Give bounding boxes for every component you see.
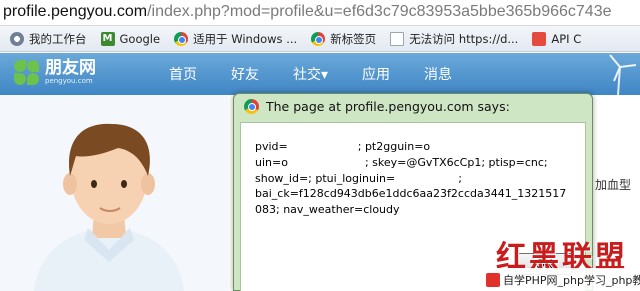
address-bar[interactable]: profile.pengyou.com/index.php?mod=profil… <box>0 0 640 26</box>
nav-home[interactable]: 首页 <box>169 64 197 84</box>
redacted-value: 0000000000 <box>430 139 501 155</box>
nav-apps[interactable]: 应用 <box>362 64 390 84</box>
redacted-value: 00000000000 <box>287 154 365 171</box>
watermark-bar: 自学PHP网_php学习_php教 <box>482 268 640 291</box>
dialog-title: The page at profile.pengyou.com says: <box>266 99 510 114</box>
site-logo-icon <box>486 272 500 287</box>
bookmark-label: 适用于 Windows ... <box>193 31 298 46</box>
address-path: /index.php?mod=profile&u=ef6d3c79c83953a… <box>147 3 612 20</box>
redacted-value: 000000000 <box>395 170 459 187</box>
redacted-value: 1234567890 <box>287 139 358 155</box>
gmail-icon: M <box>100 31 115 46</box>
chrome-icon <box>174 31 189 46</box>
nav-messages[interactable]: 消息 <box>424 64 452 84</box>
bookmark-label: API C <box>551 31 582 46</box>
message-line: show_id=; ptui_loginuin=000000000; <box>255 170 462 187</box>
logo-subtext: pengyou.com <box>45 77 93 85</box>
watermark-text: 自学PHP网_php学习_php教 <box>503 273 640 287</box>
bookmark-item[interactable]: 我的工作台 <box>10 31 87 47</box>
bookmark-label: 新标签页 <box>330 31 377 46</box>
bookmark-label: Google <box>119 31 161 46</box>
address-host: profile.pengyou.com <box>3 3 148 20</box>
nav-friends[interactable]: 好友 <box>231 64 259 84</box>
bookmark-item[interactable]: 适用于 Windows ... <box>174 31 297 47</box>
gear-icon <box>10 31 24 46</box>
message-line: 083; nav_weather=cloudy <box>255 203 400 217</box>
clover-logo-icon <box>14 60 40 86</box>
bookmark-item[interactable]: API C <box>532 31 582 46</box>
windmill-decoration <box>609 54 637 95</box>
bookmark-item[interactable]: M Google <box>100 31 161 46</box>
page-icon <box>390 31 405 46</box>
site-header: 朋友网 pengyou.com 首页 好友 社交▾ 应用 消息 <box>0 53 640 95</box>
site-logo[interactable]: 朋友网 pengyou.com <box>14 60 96 86</box>
chrome-icon <box>244 99 259 114</box>
add-blood-type-link[interactable]: 加血型 <box>595 176 631 193</box>
bookmark-item[interactable]: 新标签页 <box>311 31 376 47</box>
default-avatar[interactable] <box>34 100 184 291</box>
chrome-icon <box>311 31 326 46</box>
bookmark-item[interactable]: 无法访问 https://d... <box>390 31 518 47</box>
message-line: uin=o00000000000; skey=@GvTX6cCp1; ptisp… <box>255 154 548 171</box>
nav-social[interactable]: 社交▾ <box>293 64 328 84</box>
logo-text: 朋友网 <box>45 58 96 78</box>
message-line: bai_ck=f128cd943db6e1ddc6aa23f2ccda3441_… <box>255 187 567 201</box>
api-icon <box>532 31 547 46</box>
bookmarks-bar: 我的工作台 M Google 适用于 Windows ... 新标签页 无法访问… <box>0 26 640 52</box>
main-nav: 首页 好友 社交▾ 应用 消息 <box>152 53 469 95</box>
cookie-message: pvid=1234567890; pt2gguin=o0000000000 ui… <box>255 139 581 218</box>
bookmark-label: 我的工作台 <box>29 31 87 46</box>
bookmark-label: 无法访问 https://d... <box>409 31 519 46</box>
dialog-title-bar[interactable]: The page at profile.pengyou.com says: <box>244 99 510 114</box>
message-line: pvid=1234567890; pt2gguin=o0000000000 <box>255 139 581 155</box>
